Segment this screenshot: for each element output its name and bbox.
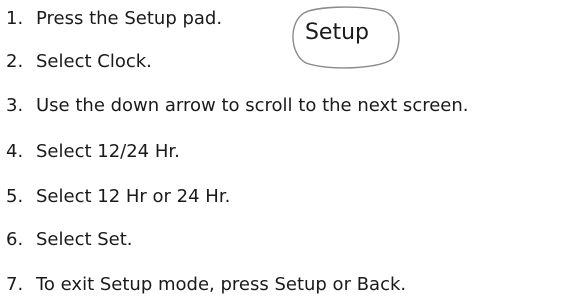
step-5: 5. Select 12 Hr or 24 Hr. xyxy=(6,186,230,208)
step-7: 7. To exit Setup mode, press Setup or Bac… xyxy=(6,274,406,296)
step-number: 4. xyxy=(6,141,24,162)
step-number: 3. xyxy=(6,95,24,116)
instruction-list: 1. Press the Setup pad. 2. Select Clock. 3… xyxy=(0,0,581,300)
step-6: 6. Select Set. xyxy=(6,229,133,251)
step-number: 7. xyxy=(6,274,24,295)
step-text: Press the Setup pad. xyxy=(36,8,223,29)
step-number: 2. xyxy=(6,51,24,72)
step-number: 6. xyxy=(6,229,24,250)
step-number: 1. xyxy=(6,8,24,29)
step-1: 1. Press the Setup pad. xyxy=(6,8,222,30)
setup-pad-label: Setup xyxy=(304,20,370,45)
setup-pad-illustration: Setup xyxy=(288,5,404,69)
step-text: Select 12 Hr or 24 Hr. xyxy=(36,186,231,207)
step-4: 4. Select 12/24 Hr. xyxy=(6,141,180,163)
step-text: Select Set. xyxy=(36,229,133,250)
step-2: 2. Select Clock. xyxy=(6,51,152,73)
step-text: Select 12/24 Hr. xyxy=(36,141,180,162)
step-text: Select Clock. xyxy=(36,51,152,72)
step-text: To exit Setup mode, press Setup or Back. xyxy=(36,274,407,295)
step-number: 5. xyxy=(6,186,24,207)
step-3: 3. Use the down arrow to scroll to the ne… xyxy=(6,95,469,117)
step-text: Use the down arrow to scroll to the next… xyxy=(36,95,469,116)
